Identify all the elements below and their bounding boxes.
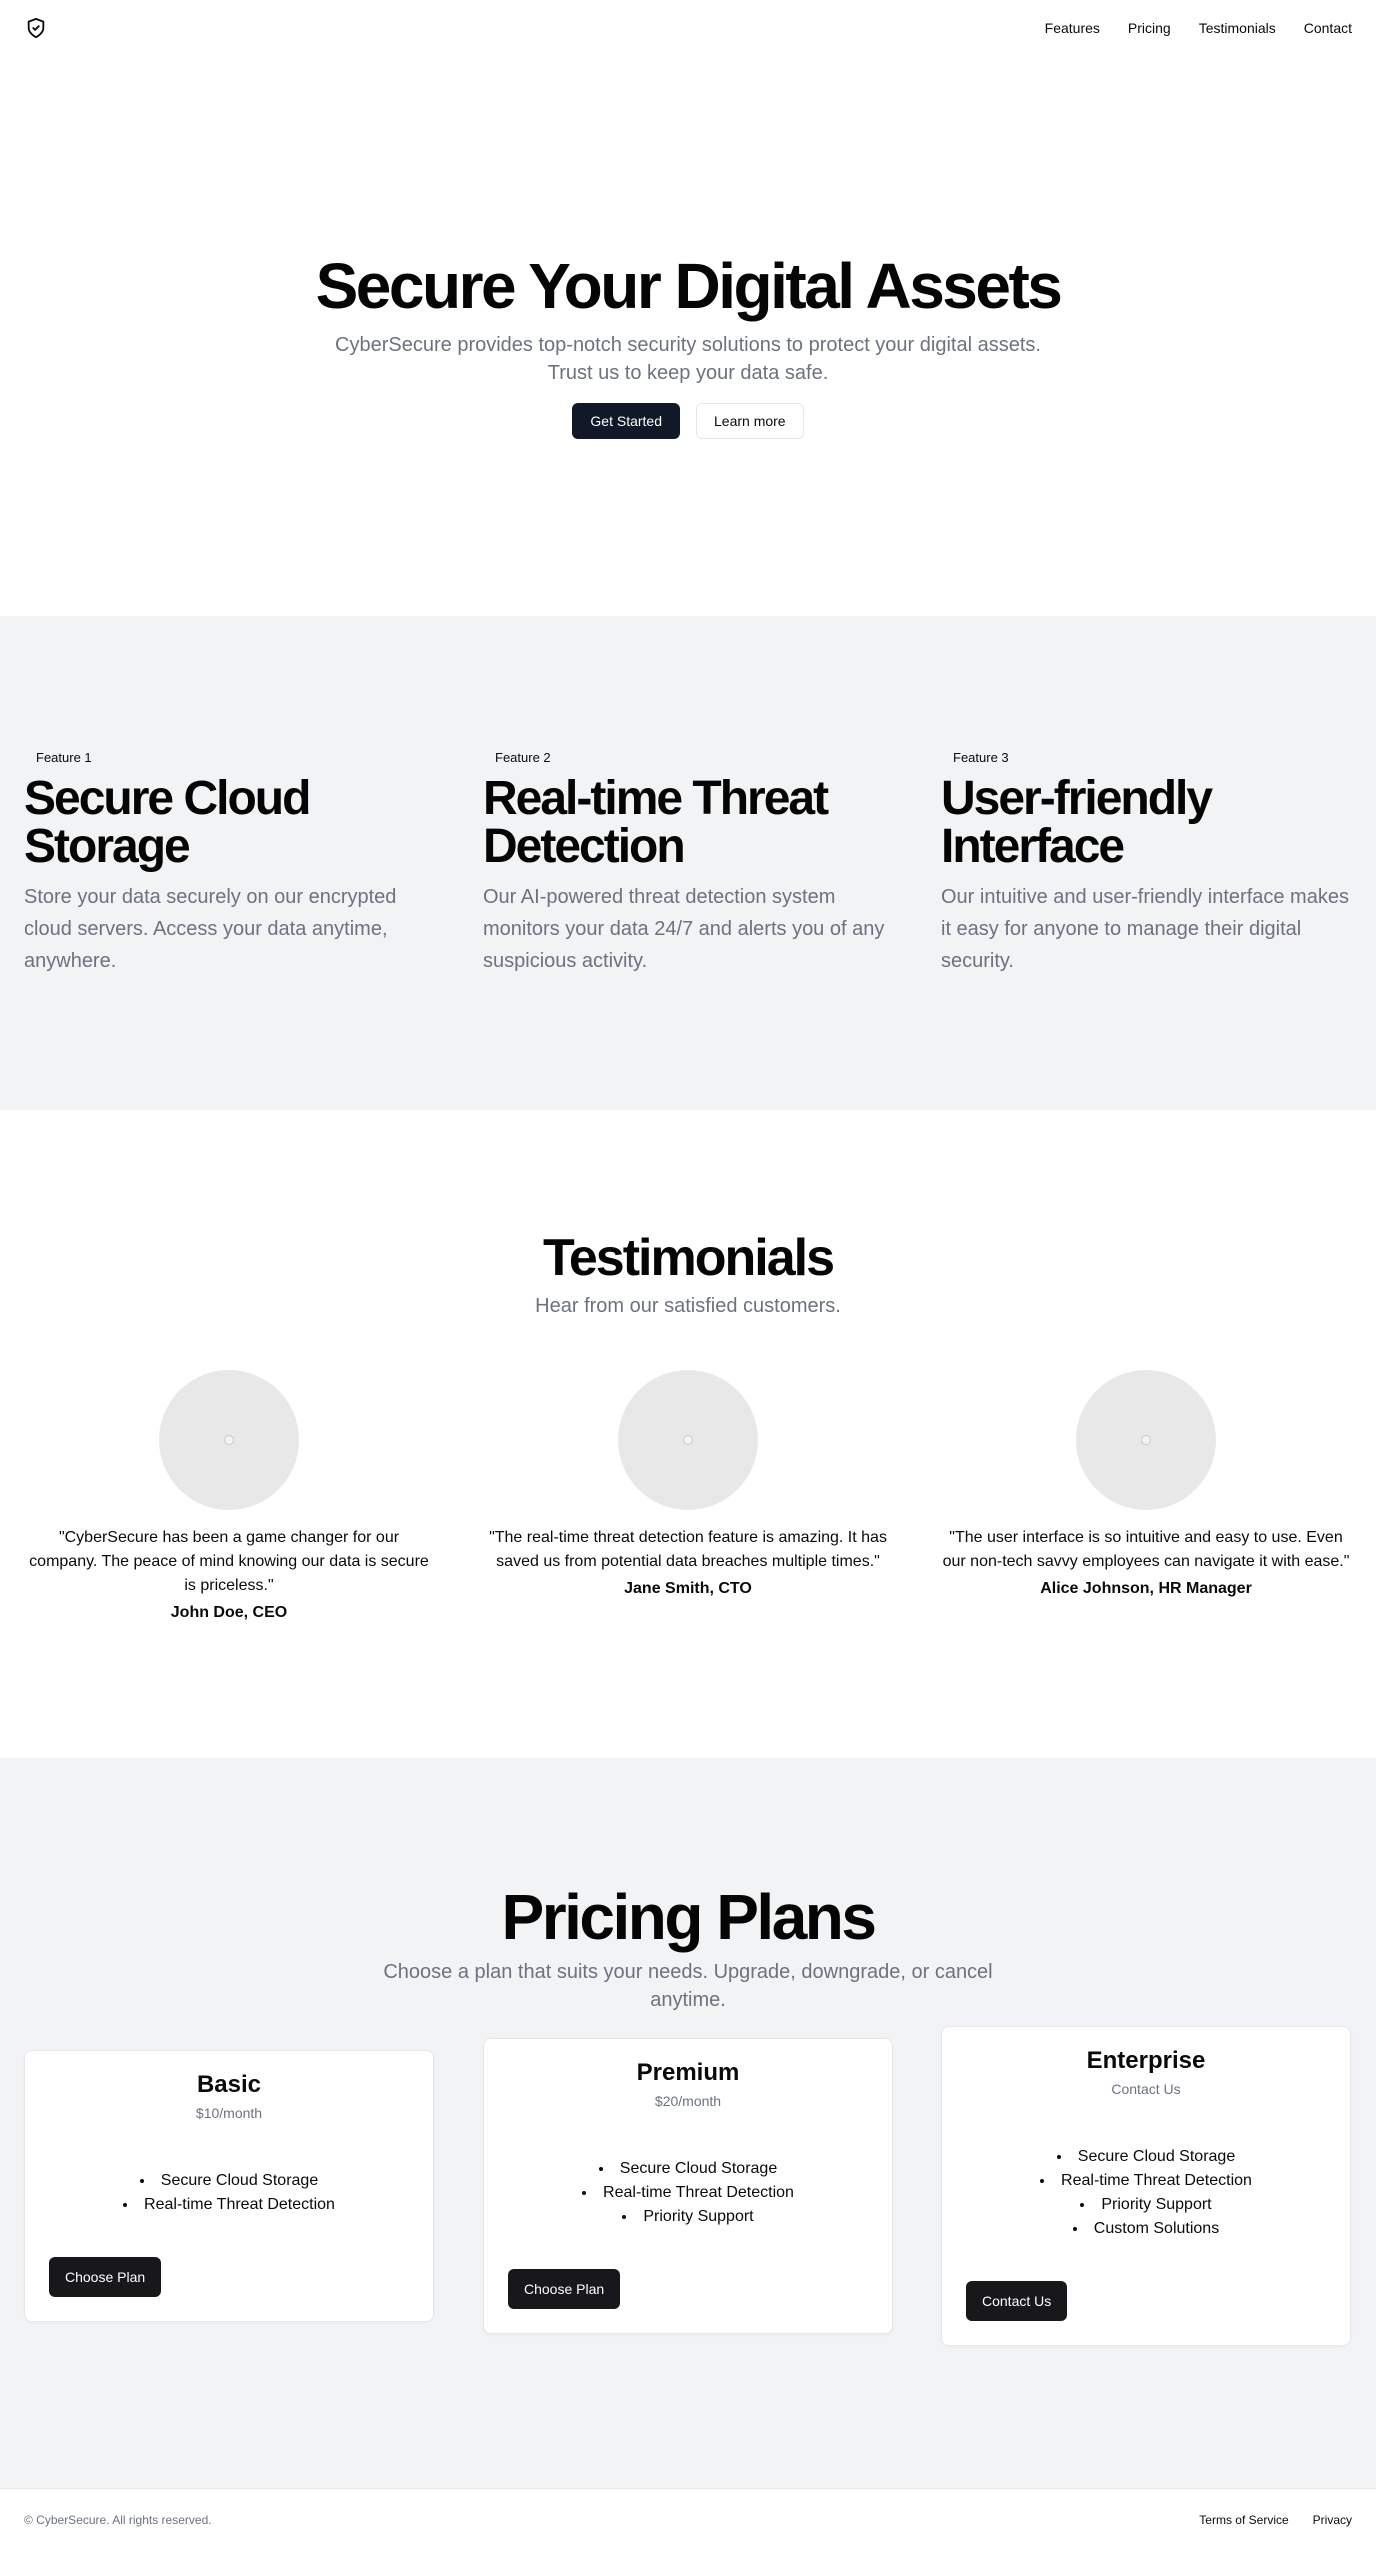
- testimonials-subtitle: Hear from our satisfied customers.: [535, 1295, 841, 1317]
- testimonial-quote: "CyberSecure has been a game changer for…: [29, 1529, 429, 1594]
- nav-link-testimonials[interactable]: Testimonials: [1199, 20, 1276, 36]
- nav-link-contact[interactable]: Contact: [1304, 20, 1352, 36]
- pricing-card-header: Enterprise Contact Us: [942, 2027, 1350, 2097]
- plan-name: Premium: [636, 2059, 740, 2086]
- testimonial-author: Alice Johnson, HR Manager: [1040, 1580, 1252, 1597]
- plan-feature-item: Real-time Threat Detection: [942, 2169, 1350, 2193]
- plan-features: Secure Cloud Storage Real-time Threat De…: [25, 2169, 433, 2217]
- testimonial-card: "The user interface is so intuitive and …: [941, 1370, 1351, 1598]
- image-placeholder-icon: [1141, 1435, 1151, 1445]
- footer-links: Terms of Service Privacy: [1199, 2513, 1352, 2527]
- hero-title: Secure Your Digital Assets: [315, 250, 1063, 323]
- testimonial-author: John Doe, CEO: [170, 1604, 288, 1621]
- plan-name: Enterprise: [1086, 2047, 1206, 2074]
- choose-plan-button[interactable]: Choose Plan: [49, 2257, 162, 2297]
- feature-description: Our intuitive and user-friendly interfac…: [941, 886, 1349, 972]
- testimonial-author: Jane Smith, CTO: [624, 1580, 752, 1597]
- hero-subtitle: CyberSecure provides top-notch security …: [335, 333, 1041, 384]
- plan-feature-item: Real-time Threat Detection: [25, 2193, 433, 2217]
- testimonial-card: "CyberSecure has been a game changer for…: [24, 1370, 434, 1622]
- hero-section: Secure Your Digital Assets CyberSecure p…: [0, 56, 1376, 616]
- pricing-title: Pricing Plans: [501, 1881, 877, 1953]
- feature-title: User-friendly Interface: [941, 772, 1213, 873]
- avatar: [159, 1370, 299, 1510]
- shield-check-icon[interactable]: [24, 16, 48, 40]
- pricing-card-header: Premium $20/month: [484, 2039, 892, 2109]
- feature-card: Feature 1 Secure Cloud Storage Store you…: [24, 746, 444, 977]
- nav-links: Features Pricing Testimonials Contact: [1045, 20, 1352, 36]
- get-started-button[interactable]: Get Started: [572, 402, 680, 439]
- pricing-subtitle: Choose a plan that suits your needs. Upg…: [383, 1961, 993, 2011]
- testimonial-card: "The real-time threat detection feature …: [483, 1370, 893, 1598]
- testimonial-quote: "The real-time threat detection feature …: [489, 1529, 887, 1570]
- footer-link-terms[interactable]: Terms of Service: [1199, 2513, 1288, 2527]
- feature-card: Feature 2 Real-time Threat Detection Our…: [483, 746, 903, 977]
- hero-buttons: Get Started Learn more: [572, 402, 804, 439]
- learn-more-button[interactable]: Learn more: [696, 402, 804, 439]
- plan-feature-item: Secure Cloud Storage: [484, 2157, 892, 2181]
- image-placeholder-icon: [683, 1435, 693, 1445]
- pricing-card-basic: Basic $10/month Secure Cloud Storage Rea…: [24, 2050, 434, 2322]
- contact-us-button[interactable]: Contact Us: [966, 2281, 1068, 2321]
- plan-features: Secure Cloud Storage Real-time Threat De…: [484, 2157, 892, 2229]
- footer-copyright: © CyberSecure. All rights reserved.: [24, 2513, 212, 2527]
- nav-link-features[interactable]: Features: [1045, 20, 1100, 36]
- features-section: Feature 1 Secure Cloud Storage Store you…: [0, 616, 1376, 1110]
- plan-feature-item: Real-time Threat Detection: [484, 2181, 892, 2205]
- plan-feature-item: Secure Cloud Storage: [942, 2145, 1350, 2169]
- image-placeholder-icon: [224, 1435, 234, 1445]
- plan-feature-item: Secure Cloud Storage: [25, 2169, 433, 2193]
- testimonials-title: Testimonials: [542, 1229, 835, 1287]
- testimonial-quote: "The user interface is so intuitive and …: [942, 1529, 1350, 1570]
- footer-link-privacy[interactable]: Privacy: [1313, 2513, 1352, 2527]
- pricing-card-premium: Premium $20/month Secure Cloud Storage R…: [483, 2038, 893, 2334]
- plan-price: $20/month: [654, 2093, 722, 2109]
- feature-title: Real-time Threat Detection: [483, 772, 829, 873]
- plan-price: Contact Us: [1111, 2081, 1181, 2097]
- choose-plan-button[interactable]: Choose Plan: [508, 2269, 621, 2309]
- plan-name: Basic: [196, 2071, 262, 2098]
- feature-description: Store your data securely on our encrypte…: [24, 886, 397, 972]
- pricing-card-header: Basic $10/month: [25, 2051, 433, 2121]
- pricing-card-enterprise: Enterprise Contact Us Secure Cloud Stora…: [941, 2026, 1351, 2346]
- avatar: [618, 1370, 758, 1510]
- feature-title: Secure Cloud Storage: [24, 772, 311, 873]
- top-nav: Features Pricing Testimonials Contact: [0, 0, 1376, 56]
- avatar: [1076, 1370, 1216, 1510]
- plan-features: Secure Cloud Storage Real-time Threat De…: [942, 2145, 1350, 2241]
- footer: © CyberSecure. All rights reserved. Term…: [0, 2488, 1376, 2551]
- feature-card: Feature 3 User-friendly Interface Our in…: [941, 746, 1361, 977]
- plan-feature-item: Custom Solutions: [942, 2217, 1350, 2241]
- pricing-section: Pricing Plans Choose a plan that suits y…: [0, 1758, 1376, 2488]
- feature-description: Our AI-powered threat detection system m…: [483, 886, 885, 972]
- plan-feature-item: Priority Support: [484, 2205, 892, 2229]
- nav-link-pricing[interactable]: Pricing: [1128, 20, 1171, 36]
- feature-badge: Feature 2: [483, 746, 563, 769]
- testimonials-section: Testimonials Hear from our satisfied cus…: [0, 1110, 1376, 1758]
- feature-badge: Feature 3: [941, 746, 1021, 769]
- feature-badge: Feature 1: [24, 746, 104, 769]
- plan-feature-item: Priority Support: [942, 2193, 1350, 2217]
- plan-price: $10/month: [195, 2105, 263, 2121]
